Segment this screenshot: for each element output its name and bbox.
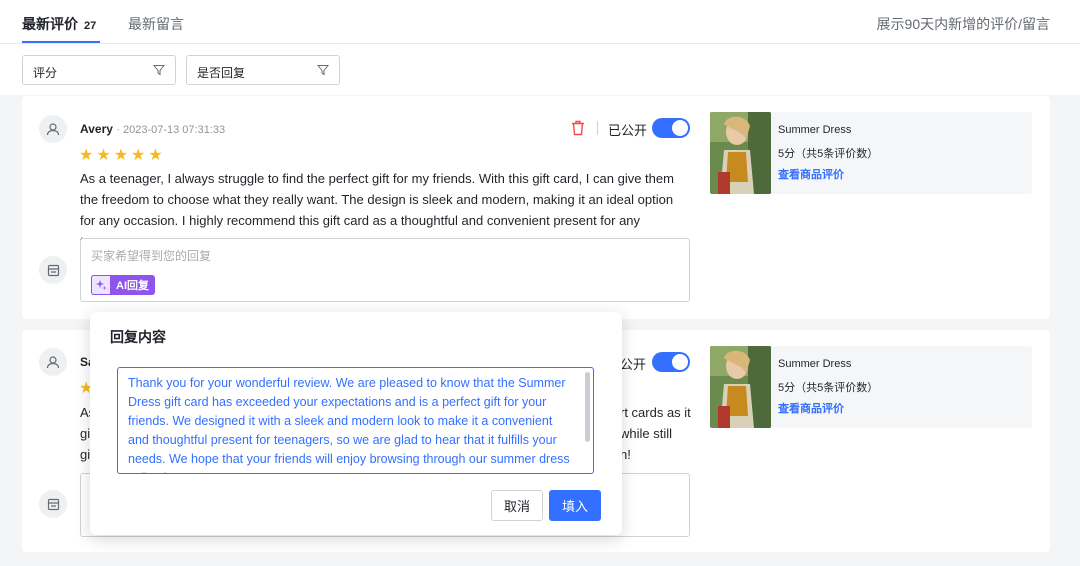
textarea-scrollbar[interactable] — [585, 372, 590, 442]
store-icon — [39, 256, 67, 284]
review-text-line: rt cards as it — [620, 405, 691, 420]
score-filter[interactable]: 评分 — [22, 55, 176, 85]
range-note: 展示90天内新增的评价/留言 — [876, 16, 1050, 32]
product-name: Summer Dress — [778, 124, 852, 136]
product-thumbnail[interactable] — [710, 112, 771, 194]
reply-filter[interactable]: 是否回复 — [186, 55, 340, 85]
product-card: Summer Dress 5分（共5条评价数） 查看商品评价 — [710, 112, 1032, 194]
tab-divider — [0, 43, 1080, 44]
toggle-knob — [672, 120, 688, 136]
product-score: 5分（共5条评价数） — [778, 382, 879, 394]
toggle-knob — [672, 354, 688, 370]
user-icon — [39, 348, 67, 376]
sparkle-icon — [91, 275, 111, 295]
divider — [597, 121, 598, 135]
public-status-label: 公开 — [620, 357, 647, 372]
public-status-label: 已公开 — [608, 123, 648, 138]
tab-label: 最新留言 — [128, 16, 184, 32]
review-text-line: n! — [620, 447, 631, 462]
tab-count-badge: 27 — [84, 20, 97, 32]
review-date: · 2023-07-13 07:31:33 — [116, 124, 226, 136]
review-text-line: while still — [620, 426, 673, 441]
popup-title: 回复内容 — [110, 329, 166, 345]
public-toggle[interactable] — [652, 352, 690, 372]
fill-in-button[interactable]: 填入 — [549, 490, 601, 521]
reply-content-textarea[interactable]: Thank you for your wonderful review. We … — [117, 367, 594, 474]
review-text-fragment: rt cards as it while still n! — [620, 402, 710, 465]
tab-label: 最新评价 — [22, 16, 78, 32]
reviewer-name: Avery — [80, 122, 113, 136]
reply-content-text: Thank you for your wonderful review. We … — [128, 376, 570, 473]
tab-latest-messages[interactable]: 最新留言 — [128, 14, 184, 34]
product-thumbnail[interactable] — [710, 346, 771, 428]
view-product-reviews-link[interactable]: 查看商品评价 — [778, 400, 844, 416]
filter-icon — [317, 65, 329, 76]
ai-reply-label: AI回复 — [116, 280, 149, 292]
rating-stars: ★★★★★ — [79, 147, 166, 164]
reply-input[interactable]: 买家希望得到您的回复 AI回复 — [80, 238, 690, 302]
reply-content-popup: 回复内容 Thank you for your wonderful review… — [90, 312, 622, 535]
product-name: Summer Dress — [778, 358, 852, 370]
user-icon — [39, 115, 67, 143]
top-bar: 最新评价 27 最新留言 展示90天内新增的评价/留言 评分 是否回复 — [0, 0, 1080, 95]
reply-filter-label: 是否回复 — [197, 66, 246, 80]
store-icon — [39, 490, 67, 518]
delete-icon[interactable] — [571, 120, 585, 136]
product-score: 5分（共5条评价数） — [778, 148, 879, 160]
reviewer-info: Avery · 2023-07-13 07:31:33 — [80, 122, 225, 136]
score-filter-label: 评分 — [33, 66, 58, 80]
view-product-reviews-link[interactable]: 查看商品评价 — [778, 166, 844, 182]
cancel-button[interactable]: 取消 — [491, 490, 543, 521]
ai-reply-button[interactable]: AI回复 — [91, 275, 155, 295]
tab-latest-reviews[interactable]: 最新评价 27 — [22, 14, 96, 34]
filter-icon — [153, 65, 165, 76]
review-card: Avery · 2023-07-13 07:31:33 ★★★★★ As a t… — [22, 96, 1050, 319]
reply-placeholder: 买家希望得到您的回复 — [91, 249, 212, 263]
public-toggle[interactable] — [652, 118, 690, 138]
product-card: Summer Dress 5分（共5条评价数） 查看商品评价 — [710, 346, 1032, 428]
